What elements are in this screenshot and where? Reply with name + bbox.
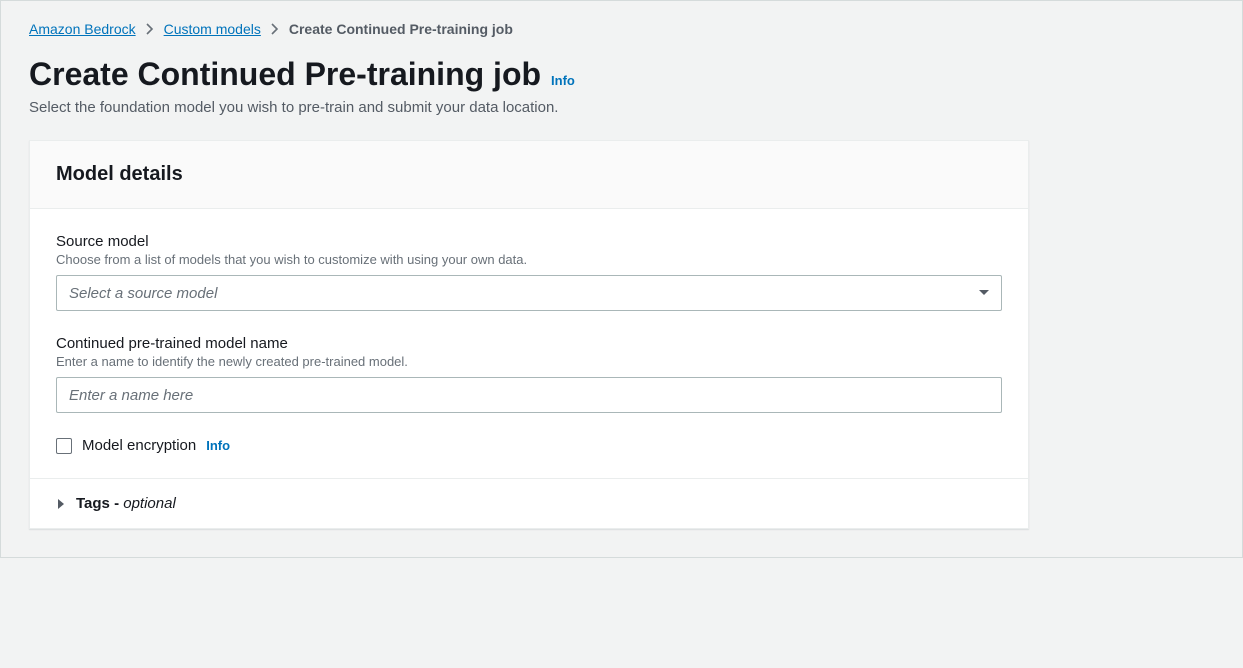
- page-title: Create Continued Pre-training job: [29, 55, 541, 93]
- model-name-hint: Enter a name to identify the newly creat…: [56, 354, 1002, 369]
- model-encryption-group: Model encryption Info: [56, 437, 1002, 454]
- tags-label: Tags - optional: [76, 495, 176, 512]
- model-name-label: Continued pre-trained model name: [56, 335, 1002, 352]
- model-name-input[interactable]: [56, 377, 1002, 413]
- model-name-group: Continued pre-trained model name Enter a…: [56, 335, 1002, 413]
- breadcrumb: Amazon Bedrock Custom models Create Cont…: [29, 21, 1214, 37]
- breadcrumb-current: Create Continued Pre-training job: [289, 21, 513, 37]
- caret-right-icon: [56, 498, 66, 510]
- source-model-select[interactable]: Select a source model: [56, 275, 1002, 311]
- page-subtitle: Select the foundation model you wish to …: [29, 99, 1214, 116]
- breadcrumb-link-custom-models[interactable]: Custom models: [164, 21, 261, 37]
- model-encryption-checkbox[interactable]: [56, 438, 72, 454]
- tags-expander[interactable]: Tags - optional: [30, 478, 1028, 528]
- page-header: Create Continued Pre-training job Info S…: [29, 55, 1214, 116]
- panel-title: Model details: [56, 163, 1002, 186]
- encryption-info-link[interactable]: Info: [206, 438, 230, 453]
- chevron-right-icon: [146, 23, 154, 35]
- model-encryption-label: Model encryption: [82, 437, 196, 454]
- model-details-panel: Model details Source model Choose from a…: [29, 140, 1029, 529]
- chevron-right-icon: [271, 23, 279, 35]
- source-model-label: Source model: [56, 233, 1002, 250]
- panel-header: Model details: [30, 141, 1028, 209]
- source-model-hint: Choose from a list of models that you wi…: [56, 252, 1002, 267]
- info-link[interactable]: Info: [551, 73, 575, 88]
- breadcrumb-link-bedrock[interactable]: Amazon Bedrock: [29, 21, 136, 37]
- source-model-group: Source model Choose from a list of model…: [56, 233, 1002, 311]
